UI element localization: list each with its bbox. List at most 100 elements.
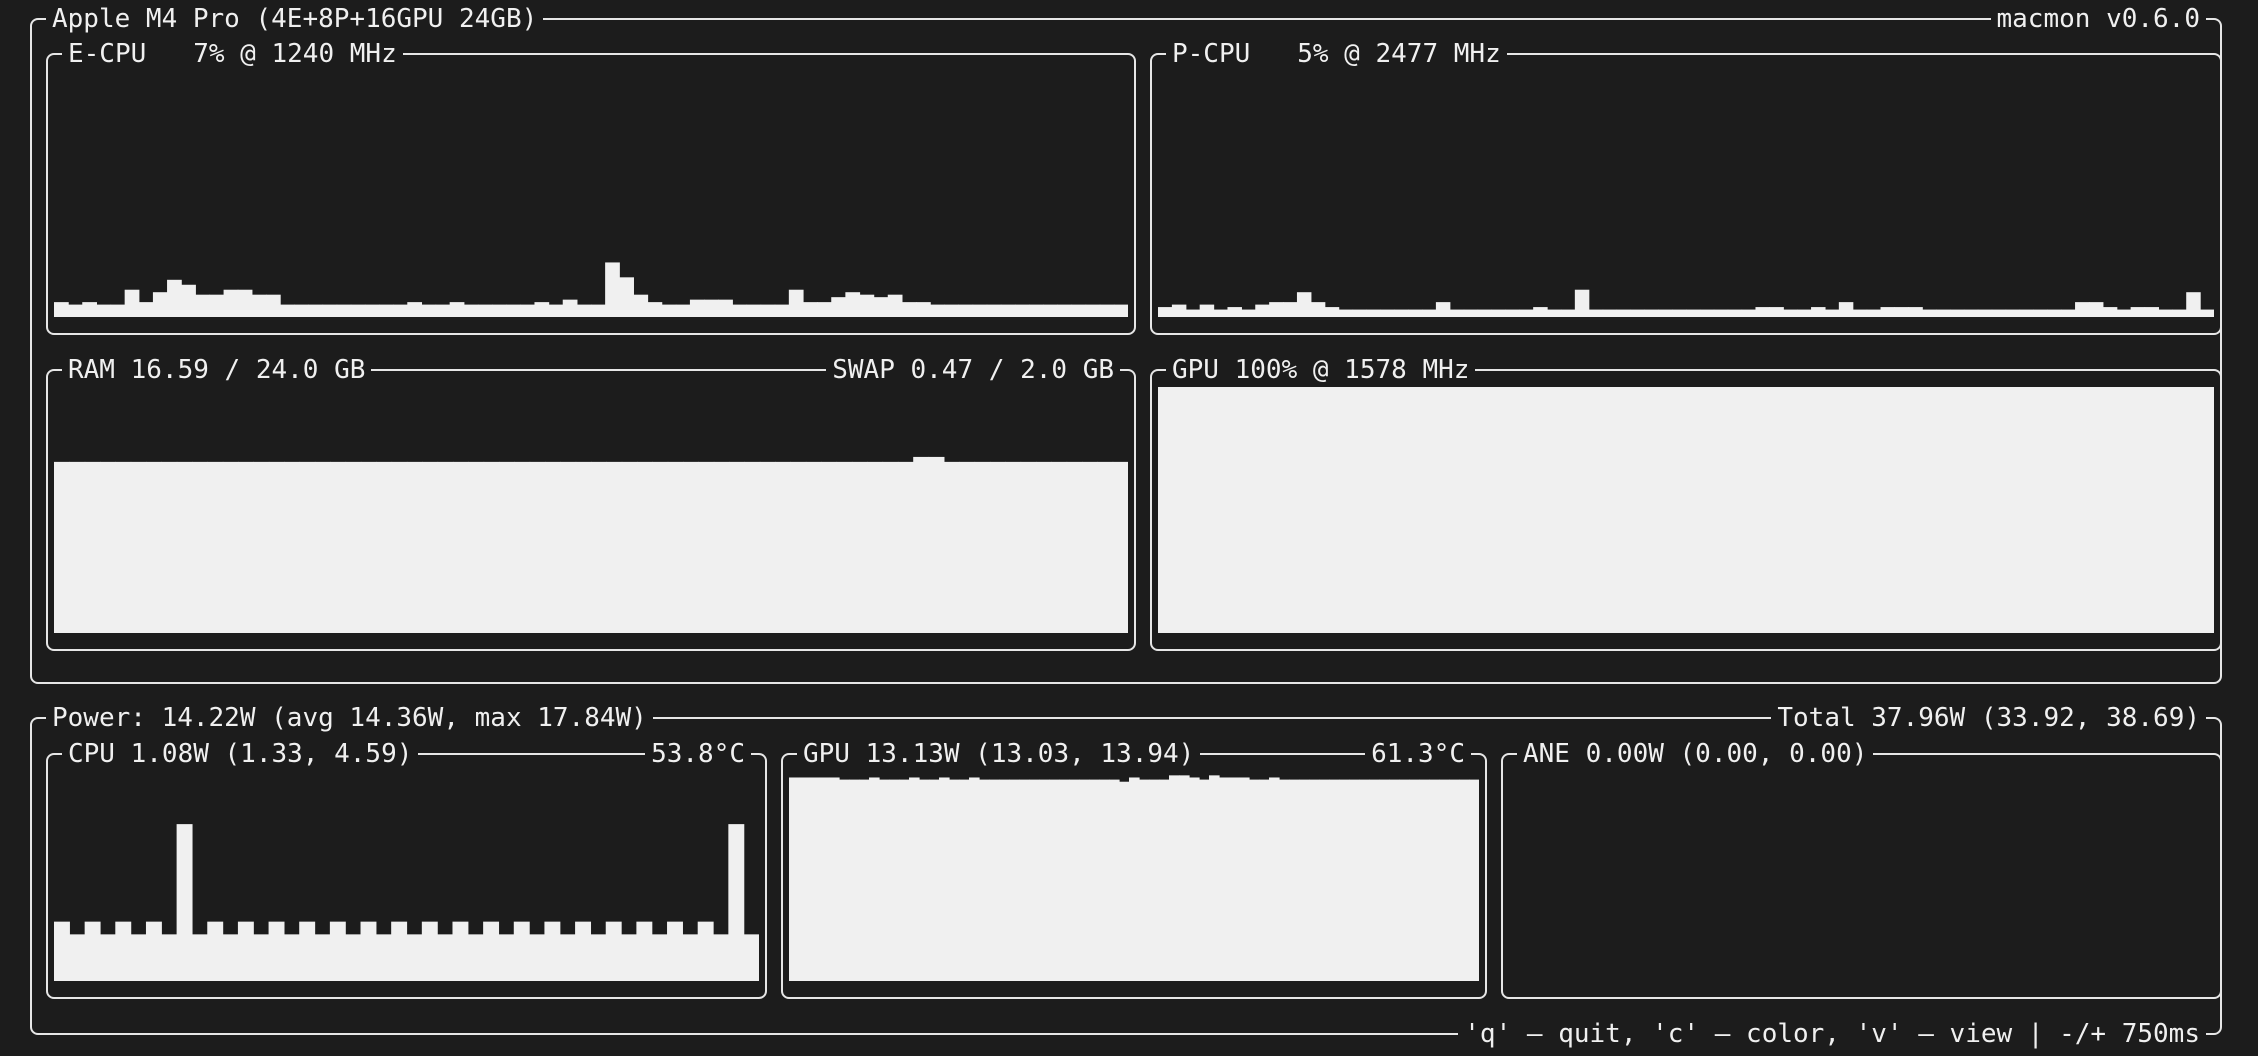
sparkline-bar [146, 461, 162, 633]
sparkline-bar [437, 461, 454, 633]
sparkline-bar [913, 456, 930, 633]
sparkline-bar [1139, 779, 1150, 981]
sparkline-bar [1797, 309, 1812, 317]
sparkline-bar [1000, 304, 1016, 317]
sparkline-bar [1113, 304, 1128, 317]
sparkline-bar [1239, 777, 1250, 981]
sparkline-bar [788, 289, 804, 317]
sparkline-bar [1009, 779, 1020, 981]
sparkline-bar [919, 779, 930, 981]
sparkline-bar [689, 299, 705, 317]
sparkline-bar [746, 304, 762, 317]
sparkline-bar [54, 461, 70, 633]
sparkline-bar [529, 934, 546, 981]
sparkline-bar [1638, 387, 1655, 633]
sparkline-bar [534, 302, 550, 317]
sparkline-bar [1838, 302, 1854, 317]
ane-power-panel: ANE 0.00W (0.00, 0.00) [1501, 737, 2222, 999]
sparkline-bar [1491, 309, 1506, 317]
sparkline-bar [1798, 387, 1815, 633]
sparkline-bar [1019, 779, 1030, 981]
sparkline-bar [1824, 309, 1840, 317]
sparkline-bar [718, 299, 733, 317]
sparkline-svg [1158, 387, 2214, 633]
sparkline-bar [1366, 387, 1383, 633]
sparkline-bar [1366, 309, 1381, 317]
sparkline-bar [1942, 387, 1959, 633]
sparkline-bar [2038, 387, 2055, 633]
sparkline-bar [1099, 304, 1115, 317]
ram-panel: RAM 16.59 / 24.0 GB SWAP 0.47 / 2.0 GB [46, 353, 1136, 651]
sparkline-bar [869, 777, 880, 981]
sparkline-bar [713, 461, 730, 633]
sparkline-bar [728, 824, 745, 981]
sparkline-bar [821, 461, 838, 633]
sparkline-bar [1429, 779, 1440, 981]
sparkline-bar [1419, 779, 1430, 981]
sparkline-bar [84, 921, 101, 981]
sparkline-bar [191, 934, 208, 981]
sparkline-bar [969, 777, 980, 981]
sparkline-bar [314, 461, 331, 633]
sparkline-bar [437, 934, 454, 981]
sparkline-bar [1991, 309, 2007, 317]
sparkline-bar [498, 934, 515, 981]
sparkline-bar [1862, 387, 1879, 633]
sparkline-bar [1379, 779, 1390, 981]
sparkline-bar [879, 779, 890, 981]
sparkline-bar [1422, 309, 1437, 317]
gpu-temp-label: 61.3°C [1365, 737, 1471, 771]
sparkline-bar [299, 461, 316, 633]
sparkline-bar [375, 934, 392, 981]
sparkline-bar [1399, 779, 1410, 981]
sparkline-bar [483, 461, 500, 633]
sparkline-bar [176, 824, 193, 981]
sparkline-bar [1894, 387, 1911, 633]
sparkline-bar [651, 934, 668, 981]
sparkline-bar [1630, 309, 1645, 317]
sparkline-bar [1910, 387, 1927, 633]
system-title: Apple M4 Pro (4E+8P+16GPU 24GB) [46, 2, 544, 36]
sparkline-bar [1319, 779, 1330, 981]
sparkline-bar [253, 461, 270, 633]
sparkline-bar [1029, 304, 1044, 317]
sparkline-bar [376, 461, 393, 633]
sparkline-bar [633, 294, 649, 317]
sparkline-bar [1974, 387, 1991, 633]
sparkline-bar [84, 461, 101, 633]
ecpu-sparkline [54, 69, 1128, 317]
sparkline-bar [1097, 461, 1114, 633]
sparkline-bar [452, 461, 469, 633]
sparkline-bar [1718, 387, 1735, 633]
sparkline-bar [1439, 779, 1450, 981]
sparkline-bar [407, 302, 423, 317]
sparkline-bar [2158, 309, 2173, 317]
gpu-panel: GPU 100% @ 1578 MHz [1150, 353, 2222, 651]
sparkline-bar [682, 934, 699, 981]
sparkline-bar [1129, 777, 1140, 981]
sparkline-bar [636, 921, 653, 981]
sparkline-bar [161, 934, 178, 981]
sparkline-bar [364, 304, 380, 317]
sparkline-bar [1289, 779, 1300, 981]
sparkline-bar [1702, 387, 1719, 633]
total-power-label: Total 37.96W (33.92, 38.69) [1771, 701, 2206, 735]
sparkline-bar [548, 304, 564, 317]
sparkline-bar [621, 461, 638, 633]
sparkline-bar [1174, 387, 1191, 633]
sparkline-bar [468, 461, 485, 633]
sparkline-bar [54, 921, 70, 981]
sparkline-bar [1922, 309, 1937, 317]
sparkline-bar [2033, 309, 2048, 317]
sparkline-bar [1158, 387, 1175, 633]
sparkline-bar [1199, 304, 1215, 317]
sparkline-bar [1435, 302, 1451, 317]
sparkline-bar [1430, 387, 1447, 633]
sparkline-bar [1206, 387, 1223, 633]
sparkline-bar [2075, 302, 2090, 317]
sparkline-bar [1089, 779, 1100, 981]
sparkline-bar [1459, 779, 1470, 981]
sparkline-bar [268, 461, 285, 633]
sparkline-bar [1936, 309, 1951, 317]
sparkline-bar [498, 461, 515, 633]
